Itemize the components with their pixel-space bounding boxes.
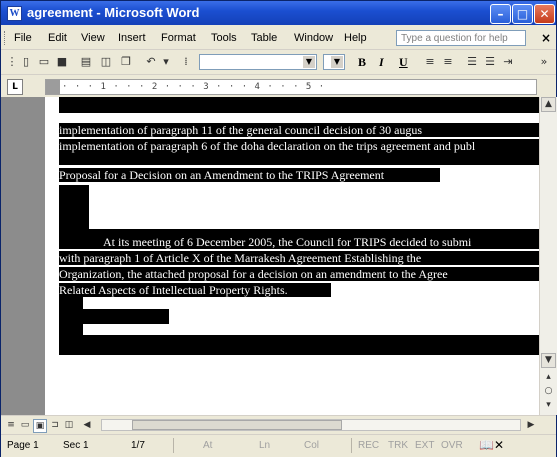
select-browse-object-icon[interactable]: ○ xyxy=(541,385,556,400)
increase-indent-icon[interactable]: ⇥ xyxy=(501,55,515,69)
copy-icon[interactable]: ❐ xyxy=(119,55,133,69)
menu-grip[interactable] xyxy=(4,31,7,45)
horizontal-scrollbar-row: ≡ ▭ ▣ ⊐ ◫ ◀ ▶ xyxy=(1,415,556,434)
maximize-icon[interactable]: □ xyxy=(512,4,533,24)
document-line[interactable]: At its meeting of 6 December 2005, the C… xyxy=(59,235,539,249)
selection-block xyxy=(59,185,89,229)
selection-block xyxy=(59,153,539,165)
menu-insert[interactable]: Insert xyxy=(118,32,146,44)
font-size-arrow-icon[interactable]: ▼ xyxy=(331,56,343,68)
menu-edit[interactable]: Edit xyxy=(48,32,67,44)
print-preview-icon[interactable]: ◫ xyxy=(99,55,113,69)
status-bar: Page 1 Sec 1 1/7 At Ln Col REC TRK EXT O… xyxy=(1,434,556,457)
underline-button[interactable]: U xyxy=(399,55,408,70)
word-doc-icon[interactable]: W xyxy=(7,6,22,21)
standard-toolbar: ⋮ ▯ ▭ ■ ▤ ◫ ❐ ↶ ▾ ⁞ ▼ ▼ B I U ≡ ≡ ☰ ☰ ⇥ … xyxy=(1,50,556,75)
font-size-dropdown[interactable]: ▼ xyxy=(323,54,345,70)
selection-block xyxy=(59,335,539,355)
ruler-marks: · · · 1 · · · 2 · · · 3 · · · 4 · · · 5 … xyxy=(62,82,326,92)
selection-block xyxy=(59,97,539,113)
italic-button[interactable]: I xyxy=(379,55,384,70)
print-icon[interactable]: ▤ xyxy=(79,55,93,69)
align-center-icon[interactable]: ≡ xyxy=(441,55,455,69)
menu-window[interactable]: Window xyxy=(294,32,333,44)
menu-view[interactable]: View xyxy=(81,32,105,44)
horizontal-scroll-track[interactable] xyxy=(101,419,521,431)
window-title: agreement - Microsoft Word xyxy=(27,5,200,20)
status-record-macro[interactable]: REC xyxy=(358,440,379,451)
normal-view-icon[interactable]: ≡ xyxy=(5,419,17,431)
next-page-icon[interactable]: ▾ xyxy=(541,399,556,414)
toolbar-separator-grip-icon: ⁞ xyxy=(184,55,188,68)
close-document-icon[interactable]: × xyxy=(541,31,551,45)
bold-button[interactable]: B xyxy=(358,55,366,70)
undo-dropdown-icon[interactable]: ▾ xyxy=(159,55,173,69)
horizontal-scroll-thumb[interactable] xyxy=(132,420,342,430)
status-separator xyxy=(173,438,174,453)
document-area: implementation of paragraph 11 of the ge… xyxy=(1,97,539,415)
status-page-count: 1/7 xyxy=(131,440,145,451)
status-column: Col xyxy=(304,440,320,451)
open-folder-icon[interactable]: ▭ xyxy=(37,55,51,69)
tab-selector-icon[interactable]: L xyxy=(7,79,23,95)
menu-help[interactable]: Help xyxy=(344,32,367,44)
reading-layout-view-icon[interactable]: ◫ xyxy=(63,419,75,431)
status-overtype[interactable]: OVR xyxy=(441,440,463,451)
menu-tools[interactable]: Tools xyxy=(211,32,237,44)
menu-file[interactable]: File xyxy=(14,32,32,44)
document-heading[interactable]: Proposal for a Decision on an Amendment … xyxy=(59,168,440,182)
toolbar-grip-icon[interactable]: ⋮ xyxy=(5,55,19,69)
style-dropdown[interactable]: ▼ xyxy=(199,54,317,70)
scroll-left-icon[interactable]: ◀ xyxy=(81,419,93,431)
outline-view-icon[interactable]: ⊐ xyxy=(49,419,61,431)
print-layout-view-icon[interactable]: ▣ xyxy=(33,419,47,433)
document-line[interactable]: with paragraph 1 of Article X of the Mar… xyxy=(59,251,539,265)
document-line[interactable]: implementation of paragraph 11 of the ge… xyxy=(59,123,539,137)
close-icon[interactable]: ✕ xyxy=(534,4,555,24)
undo-icon[interactable]: ↶ xyxy=(144,55,158,69)
menu-bar: File Edit View Insert Format Tools Table… xyxy=(1,27,556,50)
ruler-left-margin xyxy=(46,80,60,94)
help-search-input[interactable]: Type a question for help xyxy=(396,30,526,46)
document-line[interactable]: Organization, the attached proposal for … xyxy=(59,267,539,281)
menu-table[interactable]: Table xyxy=(251,32,277,44)
minimize-icon[interactable]: – xyxy=(490,4,511,24)
status-at: At xyxy=(203,440,213,451)
document-line[interactable]: implementation of paragraph 6 of the doh… xyxy=(59,139,539,153)
status-line: Ln xyxy=(259,440,271,451)
menu-format[interactable]: Format xyxy=(161,32,196,44)
status-track-changes[interactable]: TRK xyxy=(388,440,408,451)
save-icon[interactable]: ■ xyxy=(55,55,69,69)
status-separator xyxy=(351,438,352,453)
document-page[interactable]: implementation of paragraph 11 of the ge… xyxy=(45,97,539,415)
scroll-right-icon[interactable]: ▶ xyxy=(525,419,537,431)
selection-block xyxy=(59,309,169,324)
spelling-grammar-status-icon[interactable]: 📖✕ xyxy=(479,438,504,452)
horizontal-ruler[interactable]: · · · 1 · · · 2 · · · 3 · · · 4 · · · 5 … xyxy=(45,79,537,95)
bullets-icon[interactable]: ☰ xyxy=(483,55,497,69)
align-left-icon[interactable]: ≡ xyxy=(423,55,437,69)
status-page: Page 1 xyxy=(7,440,39,451)
previous-page-icon[interactable]: ▴ xyxy=(541,371,556,386)
title-bar: W agreement - Microsoft Word – □ ✕ xyxy=(1,1,556,25)
document-line[interactable]: Related Aspects of Intellectual Property… xyxy=(59,283,331,297)
vertical-scrollbar[interactable]: ▲ ▼ ▴ ○ ▾ xyxy=(539,97,557,415)
status-section: Sec 1 xyxy=(63,440,89,451)
scroll-up-icon[interactable]: ▲ xyxy=(541,97,556,112)
ruler-row: L · · · 1 · · · 2 · · · 3 · · · 4 · · · … xyxy=(1,76,556,96)
numbering-icon[interactable]: ☰ xyxy=(465,55,479,69)
word-window: W agreement - Microsoft Word – □ ✕ File … xyxy=(0,0,557,457)
new-document-icon[interactable]: ▯ xyxy=(19,55,33,69)
toolbar-options-icon[interactable]: » xyxy=(537,55,551,69)
style-dropdown-arrow-icon[interactable]: ▼ xyxy=(303,56,315,68)
status-extend-selection[interactable]: EXT xyxy=(415,440,434,451)
scroll-down-icon[interactable]: ▼ xyxy=(541,353,556,368)
web-layout-view-icon[interactable]: ▭ xyxy=(19,419,31,431)
